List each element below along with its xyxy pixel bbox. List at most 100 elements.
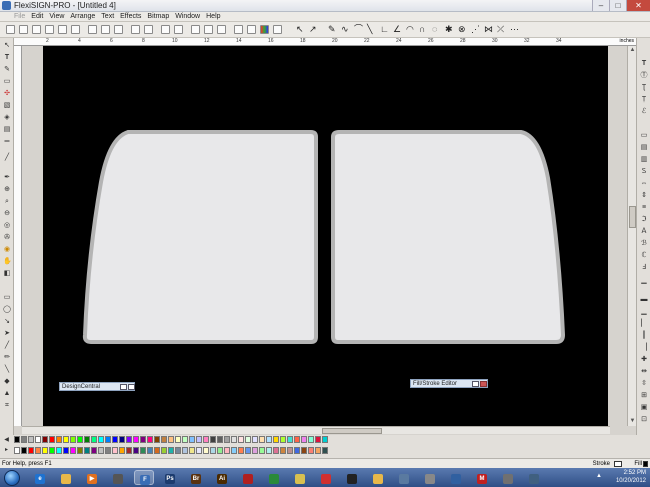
space-h-icon[interactable]: ⇹: [640, 368, 648, 376]
rotate-left-icon[interactable]: [161, 25, 170, 34]
print-icon[interactable]: [71, 25, 80, 34]
pencil-tool-icon[interactable]: ✏: [3, 354, 11, 362]
tray-expand-icon[interactable]: ▲: [596, 473, 602, 479]
rotate-right-icon[interactable]: [174, 25, 183, 34]
taskbar-app-button[interactable]: [238, 470, 258, 485]
all-icon[interactable]: ⊡: [640, 416, 648, 424]
color-swatch[interactable]: [266, 436, 272, 443]
bucket-tool-icon[interactable]: ▲: [3, 390, 11, 398]
weld-icon[interactable]: [234, 25, 243, 34]
align-middle-icon[interactable]: ▬: [640, 296, 648, 304]
text-vertical-icon[interactable]: Ṭ: [640, 96, 648, 104]
path-icon[interactable]: ⋰: [471, 25, 480, 34]
color-swatch[interactable]: [224, 436, 230, 443]
color-swatch[interactable]: [98, 436, 104, 443]
stack-tool-icon[interactable]: ▤: [3, 126, 11, 134]
case-icon[interactable]: ℬ: [640, 240, 648, 248]
color-swatch[interactable]: [77, 436, 83, 443]
taskbar-app-button[interactable]: [394, 470, 414, 485]
color-swatch[interactable]: [35, 436, 41, 443]
node-tool-icon[interactable]: ✎: [3, 66, 11, 74]
center-page-icon[interactable]: ✚: [640, 356, 648, 364]
color-swatch[interactable]: [119, 436, 125, 443]
color-swatch[interactable]: [273, 447, 279, 454]
color-swatch[interactable]: [273, 436, 279, 443]
panel-close-icon[interactable]: [480, 381, 487, 387]
knife2-tool-icon[interactable]: ╲: [3, 366, 11, 374]
menu-effects[interactable]: Effects: [120, 13, 141, 20]
rainbow-icon[interactable]: [260, 25, 269, 34]
lasso-tool-icon[interactable]: ◯: [3, 306, 11, 314]
zoom-color-icon[interactable]: ◉: [3, 246, 11, 254]
rect-icon[interactable]: ▭: [640, 132, 648, 140]
color-swatch[interactable]: [161, 436, 167, 443]
color-swatch[interactable]: [147, 436, 153, 443]
color-swatch[interactable]: [70, 447, 76, 454]
color-swatch[interactable]: [224, 447, 230, 454]
align-top-icon[interactable]: ▔: [640, 284, 648, 292]
color-swatch[interactable]: [147, 447, 153, 454]
color-swatch[interactable]: [217, 436, 223, 443]
split-icon[interactable]: ⋈: [484, 25, 493, 34]
color-swatch[interactable]: [259, 436, 265, 443]
taskbar-app-button[interactable]: [498, 470, 518, 485]
taskbar-app-button[interactable]: [342, 470, 362, 485]
font-icon[interactable]: Ａ: [640, 228, 648, 236]
color-swatch[interactable]: [287, 436, 293, 443]
fill-tool-icon[interactable]: ◈: [3, 114, 11, 122]
color-swatch[interactable]: [308, 447, 314, 454]
color-swatch[interactable]: [252, 436, 258, 443]
color-swatch[interactable]: [126, 436, 132, 443]
menu-view[interactable]: View: [49, 13, 64, 20]
scroll-up-icon[interactable]: ▲: [629, 47, 636, 54]
color-swatch[interactable]: [21, 436, 27, 443]
fill-stroke-icon[interactable]: ◧: [3, 270, 11, 278]
color-swatch[interactable]: [63, 436, 69, 443]
color-swatch[interactable]: [140, 436, 146, 443]
color-swatch[interactable]: [168, 447, 174, 454]
redo-icon[interactable]: [144, 25, 153, 34]
drawing-canvas[interactable]: [43, 46, 608, 426]
circle-arc-icon[interactable]: ◌: [432, 25, 441, 34]
color-swatch[interactable]: [49, 436, 55, 443]
undo-icon[interactable]: [131, 25, 140, 34]
text-fit-icon[interactable]: Ⅎ: [640, 264, 648, 272]
rotate-tool-icon[interactable]: ✇: [3, 234, 11, 242]
color-swatch[interactable]: [98, 447, 104, 454]
left-window-shape[interactable]: [82, 130, 318, 344]
stroke-swatch[interactable]: [614, 460, 622, 467]
color-swatch[interactable]: [182, 447, 188, 454]
taskbar-app-button[interactable]: [524, 470, 544, 485]
panel-restore-icon[interactable]: [472, 381, 479, 387]
pen-icon[interactable]: ✎: [328, 25, 337, 34]
color-swatch[interactable]: [28, 447, 34, 454]
color-swatch[interactable]: [42, 447, 48, 454]
eyedropper-icon[interactable]: ✒: [3, 174, 11, 182]
save-icon[interactable]: [32, 25, 41, 34]
taskbar-app-button[interactable]: M: [472, 470, 492, 485]
menu-window[interactable]: Window: [175, 13, 200, 20]
color-swatch[interactable]: [322, 436, 328, 443]
color-swatch[interactable]: [280, 447, 286, 454]
taskbar-app-button[interactable]: [420, 470, 440, 485]
color-swatch[interactable]: [91, 436, 97, 443]
text-tool-icon[interactable]: T: [3, 54, 11, 62]
crop-tool-icon[interactable]: ⌗: [3, 402, 11, 410]
system-clock[interactable]: 2:52 PM 10/20/2012: [616, 469, 646, 485]
distort-tool-icon[interactable]: ✣: [3, 90, 11, 98]
select-tool-icon[interactable]: ↘: [3, 318, 11, 326]
color-swatch[interactable]: [245, 447, 251, 454]
knife-tool-icon[interactable]: ╱: [3, 154, 11, 162]
color-swatch[interactable]: [84, 447, 90, 454]
taskbar-app-button[interactable]: [264, 470, 284, 485]
palette-menu-icon[interactable]: ▸: [2, 447, 11, 454]
taskbar-app-button[interactable]: ▶: [82, 470, 102, 485]
color-swatch[interactable]: [119, 447, 125, 454]
mirror-icon[interactable]: [191, 25, 200, 34]
menu-bitmap[interactable]: Bitmap: [147, 13, 169, 20]
measure-tool-icon[interactable]: ═: [3, 138, 11, 146]
color-swatch[interactable]: [280, 436, 286, 443]
color-swatch[interactable]: [203, 436, 209, 443]
color-swatch[interactable]: [63, 447, 69, 454]
abc-case-icon[interactable]: ℂ: [640, 252, 648, 260]
